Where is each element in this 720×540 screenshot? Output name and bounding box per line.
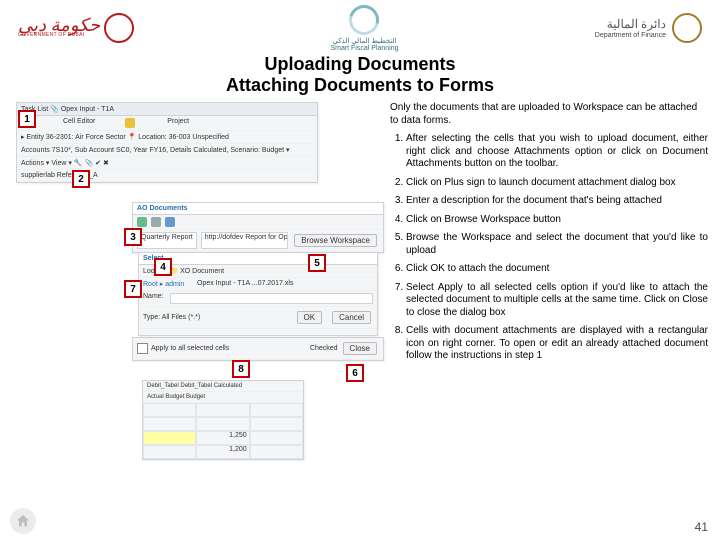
callout-1: 1 — [18, 110, 36, 128]
plus-icon — [137, 217, 147, 227]
dubai-seal-icon — [104, 13, 134, 43]
checked-label: Checked — [310, 345, 338, 352]
s1-toolbar: Actions ▾ View ▾ 🔧 📎 ✔ ✖ — [17, 157, 317, 170]
s4-v2: 1,200 — [196, 445, 249, 459]
close-button: Close — [343, 342, 377, 355]
minus-icon — [151, 217, 161, 227]
s3-name-field — [170, 293, 373, 304]
brand-smart-fiscal: التخطيط المالي الذكي Smart Fiscal Planni… — [330, 5, 398, 52]
page-title-2: Attaching Documents to Forms — [0, 75, 720, 96]
apply-all-checkbox-icon — [137, 343, 148, 354]
browse-workspace-button: Browse Workspace — [294, 234, 377, 247]
s3-type-lbl: Type: All Files (*.*) — [143, 314, 200, 321]
screenshot-form: Task List 📎 Opex Input - T1A Cell Editor… — [16, 102, 318, 183]
apply-all-label: Apply to all selected cells — [151, 345, 229, 352]
step-6: Click OK to attach the document — [406, 263, 708, 276]
step-4: Click on Browse Workspace button — [406, 214, 708, 227]
page-header: حكومة دبي GOVERNMENT OF DUBAI التخطيط ال… — [0, 0, 720, 50]
step-8: Cells with document attachments are disp… — [406, 325, 708, 363]
brand-center-en: Smart Fiscal Planning — [330, 45, 398, 52]
callout-8: 8 — [232, 360, 250, 378]
home-icon — [15, 513, 31, 529]
callout-4: 4 — [154, 258, 172, 276]
s3-title: Select — [139, 253, 377, 265]
s2-ref-field: http://dofdev Report for Opex Input - T1… — [201, 232, 288, 249]
s2-desc-field: Quarterly Report — [137, 232, 197, 249]
ok-button: OK — [297, 311, 323, 324]
screenshot-ao-doc-top: AO Documents Quarterly Report http://dof… — [132, 202, 384, 253]
s4-h2: Actual Budget Budget — [143, 392, 303, 403]
page-title-1: Uploading Documents — [0, 54, 720, 75]
step-7: Select Apply to all selected cells optio… — [406, 282, 708, 320]
project-label: Project — [167, 118, 189, 128]
s4-h1: Debit_Tabel Debit_Tabel Calculated — [143, 381, 303, 392]
dof-seal-icon — [672, 13, 702, 43]
cell-editor-label: Cell Editor — [63, 118, 95, 128]
doc-icon — [165, 217, 175, 227]
step-5: Browse the Workspace and select the docu… — [406, 232, 708, 257]
brand-left-ar: حكومة دبي — [18, 18, 100, 32]
callout-5: 5 — [308, 254, 326, 272]
s1-entity: ▸ Entity 36-2301: Air Force Sector 📍 Loc… — [17, 131, 317, 144]
ring-icon — [344, 0, 385, 40]
screenshot-ao-doc-bottom: Apply to all selected cells Checked Clos… — [132, 337, 384, 361]
brand-right-ar: دائرة المالية — [595, 17, 666, 32]
s3-lookin: Look in: 📁 XO Document — [139, 265, 377, 278]
s4-grid: 1,250 1,200 — [143, 403, 303, 459]
screenshot-grid-result: Debit_Tabel Debit_Tabel Calculated Actua… — [142, 380, 304, 460]
brand-dubai-gov: حكومة دبي GOVERNMENT OF DUBAI — [18, 13, 134, 43]
brand-dof: دائرة المالية Department of Finance — [595, 13, 702, 43]
screenshot-composite: Task List 📎 Opex Input - T1A Cell Editor… — [12, 102, 382, 369]
screenshot-select: Select Look in: 📁 XO Document Root ▸ adm… — [138, 252, 378, 336]
cancel-button: Cancel — [332, 311, 371, 324]
s1-accounts: Accounts 7S10*, Sub Account SC0, Year FY… — [17, 144, 317, 157]
callout-7: 7 — [124, 280, 142, 298]
brand-right-en: Department of Finance — [595, 32, 666, 39]
s3-folders: Root ▸ admin — [143, 280, 197, 288]
page-number: 41 — [695, 520, 708, 534]
step-1: After selecting the cells that you wish … — [406, 133, 708, 171]
callout-2: 2 — [72, 170, 90, 188]
brand-center-ar: التخطيط المالي الذكي — [330, 37, 398, 45]
intro-text: Only the documents that are uploaded to … — [390, 102, 708, 127]
project-icon — [125, 118, 135, 128]
s4-attached-cell — [143, 431, 196, 445]
callout-6: 6 — [346, 364, 364, 382]
s2-title: AO Documents — [133, 203, 383, 215]
steps-list: After selecting the cells that you wish … — [390, 133, 708, 363]
s4-v1: 1,250 — [196, 431, 249, 445]
step-2: Click on Plus sign to launch document at… — [406, 177, 708, 190]
s3-name-lbl: Name: — [143, 293, 164, 304]
s3-item: Opex Input - T1A ...07.2017.xls — [197, 280, 293, 288]
s1-cols: supplierlab Reference_A — [17, 170, 317, 182]
step-3: Enter a description for the document tha… — [406, 195, 708, 208]
instructions-panel: Only the documents that are uploaded to … — [382, 102, 708, 369]
callout-3: 3 — [124, 228, 142, 246]
home-button[interactable] — [10, 508, 36, 534]
